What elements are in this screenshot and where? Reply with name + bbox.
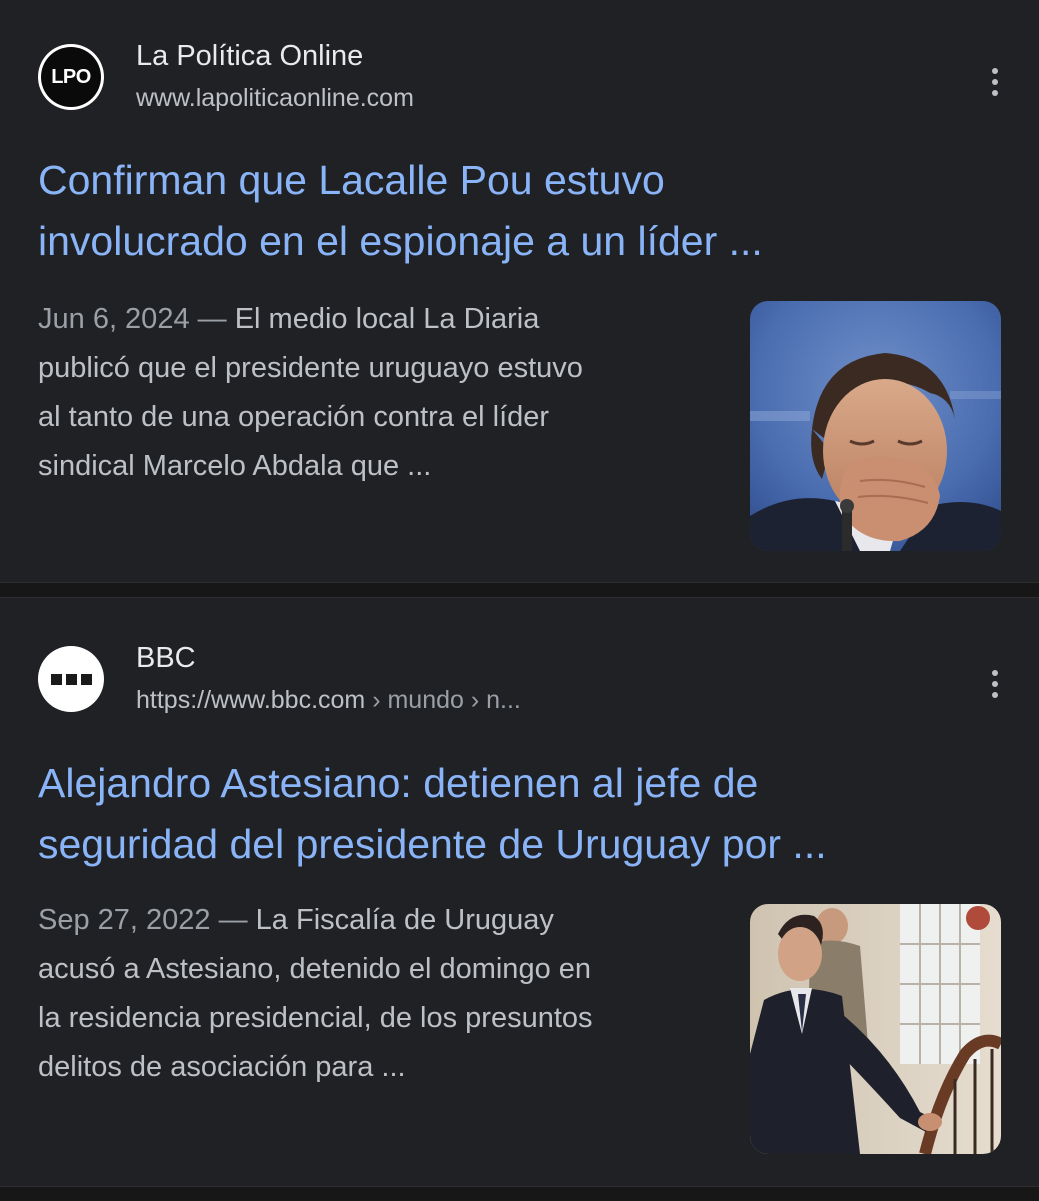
snippet-line: la residencia presidencial, de los presu…	[38, 1002, 593, 1034]
snippet-line: sindical Marcelo Abdala que ...	[38, 450, 432, 482]
snippet-line: El medio local La Diaria	[234, 303, 540, 335]
result-title-line: Confirman que Lacalle Pou estuvo	[38, 157, 665, 203]
bbc-logo-icon	[38, 646, 104, 712]
snippet-line: delitos de asociación para ...	[38, 1051, 406, 1083]
site-url-base: https://www.bbc.com	[136, 686, 366, 714]
result-snippet: Jun 6, 2024 — El medio local La Diaria p…	[38, 295, 718, 491]
man-covering-mouth-photo	[750, 301, 1001, 551]
site-url: www.lapoliticaonline.com	[136, 84, 414, 112]
lpo-logo-icon: LPO	[38, 44, 104, 110]
more-options-icon[interactable]	[983, 62, 1007, 102]
site-name: La Política Online	[136, 40, 364, 72]
result-title-link[interactable]: Confirman que Lacalle Pou estuvo involuc…	[38, 150, 1009, 272]
result-title-line: Alejandro Astesiano: detienen al jefe de	[38, 760, 759, 806]
site-url: https://www.bbc.com › mundo › n...	[136, 686, 521, 715]
result-thumbnail[interactable]	[750, 301, 1001, 551]
site-name: BBC	[136, 642, 196, 674]
result-title-link[interactable]: Alejandro Astesiano: detienen al jefe de…	[38, 753, 1009, 875]
favicon-text: LPO	[41, 47, 101, 107]
result-source[interactable]: BBC https://www.bbc.com › mundo › n...	[38, 642, 1001, 715]
result-source[interactable]: LPO La Política Online www.lapoliticaonl…	[38, 40, 1001, 112]
result-title-line: involucrado en el espionaje a un líder .…	[38, 218, 763, 264]
result-date: Jun 6, 2024	[38, 303, 190, 335]
date-separator: —	[197, 303, 227, 335]
snippet-line: publicó que el presidente uruguayo estuv…	[38, 352, 583, 384]
result-divider	[0, 582, 1039, 598]
result-divider	[0, 1186, 1039, 1201]
result-date: Sep 27, 2022	[38, 904, 211, 936]
snippet-line: La Fiscalía de Uruguay	[255, 904, 554, 936]
result-snippet: Sep 27, 2022 — La Fiscalía de Uruguay ac…	[38, 896, 718, 1092]
date-separator: —	[218, 904, 248, 936]
site-url-breadcrumb: › mundo › n...	[365, 686, 521, 714]
more-options-icon[interactable]	[983, 664, 1007, 704]
snippet-line: al tanto de una operación contra el líde…	[38, 401, 550, 433]
result-thumbnail[interactable]	[750, 904, 1001, 1154]
snippet-line: acusó a Astesiano, detenido el domingo e…	[38, 953, 592, 985]
man-on-staircase-photo	[750, 904, 1001, 1154]
search-result: LPO La Política Online www.lapoliticaonl…	[0, 0, 1039, 582]
search-result: BBC https://www.bbc.com › mundo › n... A…	[0, 598, 1039, 1186]
result-title-line: seguridad del presidente de Uruguay por …	[38, 821, 827, 867]
